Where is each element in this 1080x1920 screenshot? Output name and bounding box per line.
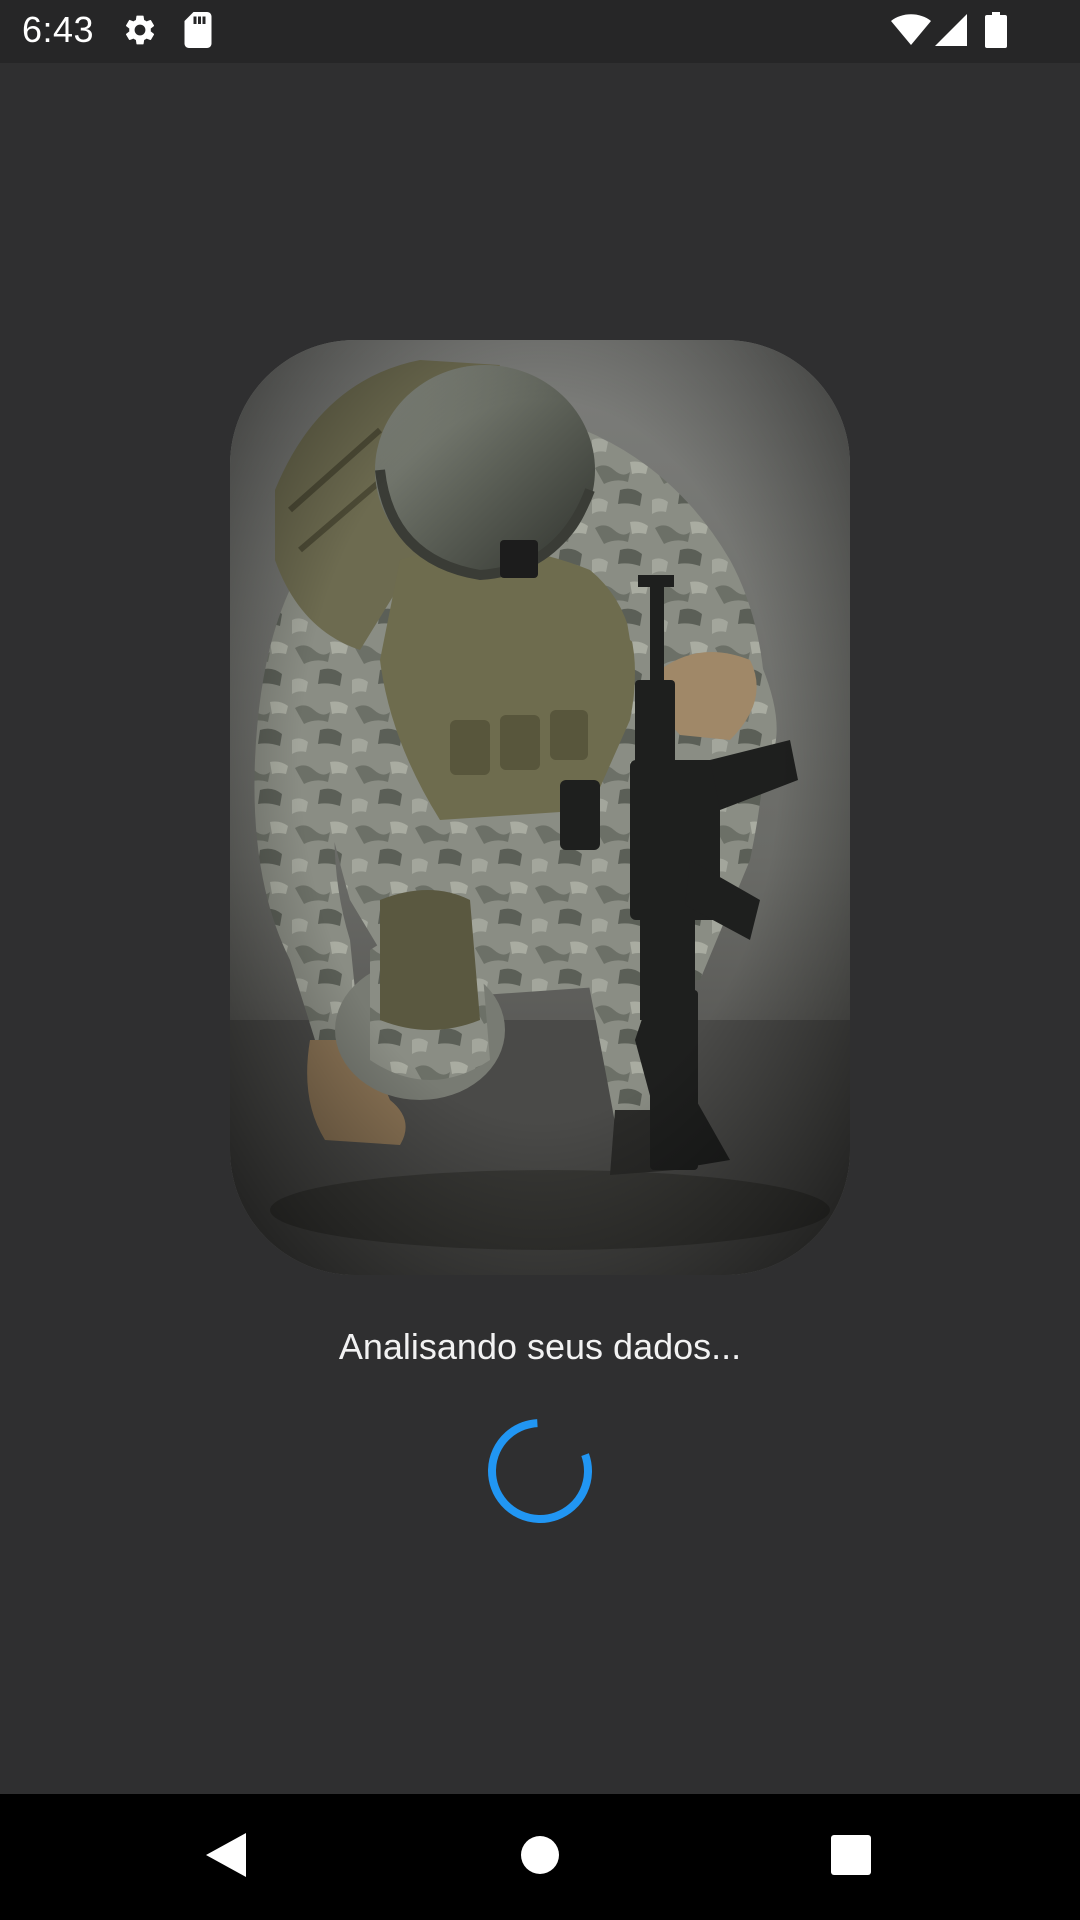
cell-signal-icon [935, 14, 967, 51]
back-icon[interactable] [200, 1829, 248, 1886]
recents-icon[interactable] [830, 1834, 872, 1881]
gear-icon [122, 12, 158, 53]
home-icon[interactable] [520, 1835, 560, 1880]
wifi-icon [891, 14, 931, 51]
sd-card-icon [182, 12, 214, 53]
loading-screen: Analisando seus dados... [0, 63, 1080, 1794]
status-bar: 6:43 [0, 0, 1080, 63]
loading-message: Analisando seus dados... [338, 1326, 742, 1367]
hero-image [230, 340, 850, 1275]
navigation-bar [0, 1794, 1080, 1920]
status-time: 6:43 [22, 9, 95, 50]
loading-spinner [485, 1416, 595, 1531]
battery-icon [985, 12, 1007, 53]
